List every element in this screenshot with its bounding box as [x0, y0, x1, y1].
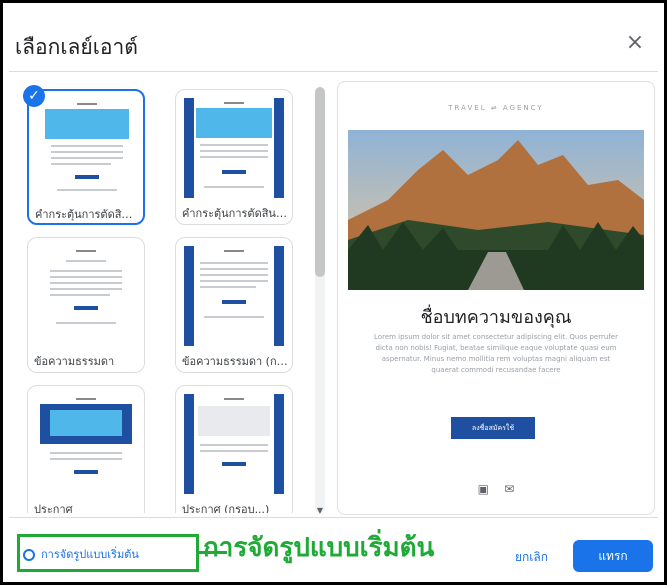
preview-hero-image — [348, 130, 644, 290]
layout-card[interactable]: ข้อความธรรมดา (กล์... — [175, 237, 293, 373]
cancel-button[interactable]: ยกเลิก — [515, 548, 548, 567]
preview-body: Lorem ipsum dolor sit amet consectetur a… — [374, 333, 618, 374]
layout-card[interactable]: ข้อความธรรมดา — [27, 237, 145, 373]
email-icon: ✉ — [504, 482, 515, 496]
layout-card[interactable]: คำกระตุ้นการตัดสินใ... — [175, 89, 293, 225]
layout-thumbnail — [36, 246, 136, 346]
layout-thumbnail — [184, 394, 284, 494]
chevron-down-icon[interactable]: ▼ — [315, 506, 325, 515]
insert-button[interactable]: แทรก — [573, 540, 653, 572]
layout-card-label: ข้อความธรรมดา — [34, 355, 115, 368]
preview-cta-button: ลงชื่อสมัครใช้ — [451, 417, 535, 439]
layout-card-label: คำกระตุ้นการตัดสินใ... — [182, 207, 288, 220]
layout-thumbnail — [37, 99, 137, 199]
social-icons: ▣ ✉ — [338, 482, 654, 496]
screenshot-frame: เลือกเลย์เอาต์ × ✓ คำกระตุ้นการตัดสินใจ — [0, 0, 667, 585]
layout-thumbnail — [184, 98, 284, 198]
layout-list-scrollbar[interactable]: ▼ — [315, 87, 325, 515]
default-formatting-label: การจัดรูปแบบเริ่มต้น — [41, 548, 139, 561]
palette-icon — [23, 549, 35, 561]
layout-grid: ✓ คำกระตุ้นการตัดสินใจ คำกระตุ้นการตัดสิ… — [19, 81, 309, 513]
annotation-callout: การจัดรูปแบบเริ่มต้น — [203, 533, 435, 563]
layout-dialog: เลือกเลย์เอาต์ × ✓ คำกระตุ้นการตัดสินใจ — [9, 9, 658, 576]
layout-card-label: ข้อความธรรมดา (กล์... — [182, 355, 288, 368]
close-icon[interactable]: × — [623, 31, 647, 55]
layout-thumbnail — [184, 246, 284, 346]
layout-card-label: ประกาศ — [34, 503, 73, 513]
layout-card-label: ประกาศ (กรอบ...) — [182, 503, 270, 513]
facebook-icon: ▣ — [477, 482, 489, 496]
header-divider — [9, 71, 658, 72]
default-formatting-button[interactable]: การจัดรูปแบบเริ่มต้น — [23, 545, 139, 563]
layout-card[interactable]: ประกาศ (กรอบ...) — [175, 385, 293, 513]
layout-card[interactable]: ✓ คำกระตุ้นการตัดสินใจ — [23, 85, 145, 225]
footer-divider — [9, 517, 658, 518]
dialog-title: เลือกเลย์เอาต์ — [15, 35, 138, 59]
preview-logo: TRAVEL ⇌ AGENCY — [448, 104, 544, 112]
layout-card-label: คำกระตุ้นการตัดสินใจ — [35, 208, 139, 221]
checkmark-icon: ✓ — [23, 85, 45, 107]
layout-preview: TRAVEL ⇌ AGENCY ชื่อบทความของคุณ Lorem i… — [337, 81, 655, 515]
layout-card[interactable]: ประกาศ — [27, 385, 145, 513]
layout-thumbnail — [36, 394, 136, 494]
scrollbar-thumb[interactable] — [315, 87, 325, 277]
preview-heading: ชื่อบทความของคุณ — [420, 307, 572, 328]
